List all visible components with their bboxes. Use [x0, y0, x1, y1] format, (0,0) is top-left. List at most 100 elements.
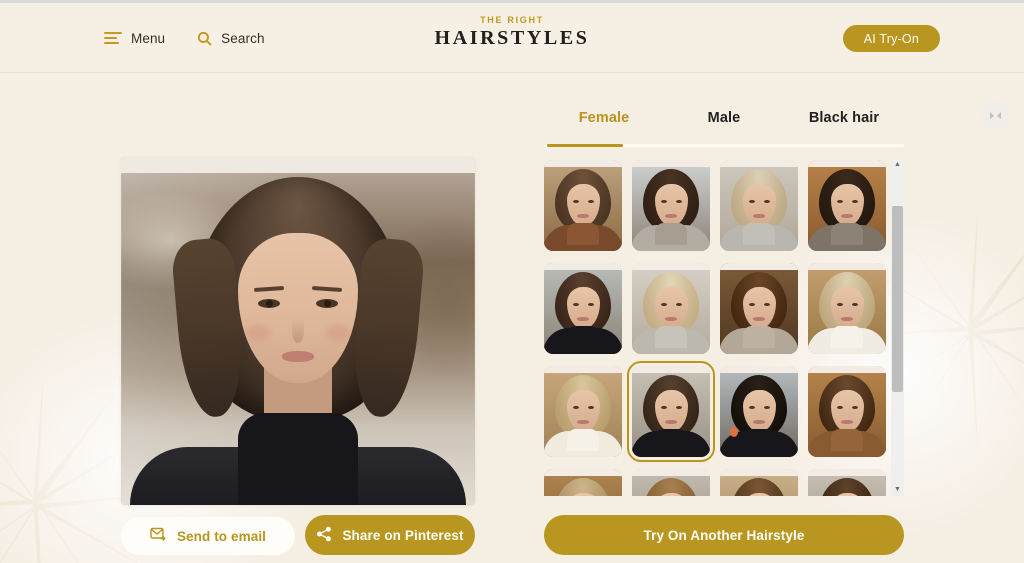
thumbnail-eye-right: [763, 406, 770, 409]
tab-female[interactable]: Female: [544, 110, 664, 148]
hairstyle-thumbnail-dark-brown-bob-bangs[interactable]: [632, 160, 710, 251]
thumbnail-top-strip: [808, 263, 886, 270]
thumbnail-top-strip: [544, 469, 622, 476]
envelope-send-icon: [150, 527, 167, 545]
thumbnail-mouth: [753, 317, 765, 321]
hairstyle-thumbnail-blonde-mid-length[interactable]: [544, 469, 622, 496]
thumbnail-eye-left: [572, 303, 579, 306]
hairstyle-thumbnail-caramel-long-bob[interactable]: [632, 469, 710, 496]
thumbnail-mouth: [841, 317, 853, 321]
eyebrow-right: [311, 285, 343, 293]
thumbnail-top-strip: [808, 469, 886, 476]
hairstyle-thumbnail-textured-brown-crop[interactable]: [720, 469, 798, 496]
thumbnail-mouth: [577, 214, 589, 218]
portrait-turtleneck: [238, 413, 358, 505]
hairstyle-thumbnail-brown-curly-short[interactable]: [720, 263, 798, 354]
thumbnail-top-strip: [720, 366, 798, 373]
site-header: Menu Search THE RIGHT HAIRSTYLES AI Try-…: [0, 3, 1024, 73]
scroll-down-arrow[interactable]: ▼: [891, 483, 904, 496]
thumbnail-mouth: [841, 420, 853, 424]
thumbnail-eye-right: [851, 406, 858, 409]
hairstyle-thumbnail-brunette-wavy-bob[interactable]: [627, 361, 715, 462]
thumbnail-collar: [831, 223, 863, 245]
ai-tryon-button[interactable]: AI Try-On: [842, 25, 940, 52]
tab-black-hair[interactable]: Black hair: [784, 110, 904, 148]
hairstyle-gallery: [544, 158, 896, 496]
thumbnail-eye-left: [660, 200, 667, 203]
thumbnail-eye-right: [675, 406, 682, 409]
hamburger-icon: [104, 31, 122, 45]
thumbnail-eye-left: [836, 303, 843, 306]
thumbnail-collar: [567, 326, 599, 348]
minimize-widget-icon[interactable]: [982, 102, 1008, 128]
hairstyle-thumbnail-dark-pixie-side-swept[interactable]: [808, 160, 886, 251]
thumbnail-collar: [655, 429, 687, 451]
thumbnail-mouth: [665, 317, 677, 321]
thumbnail-top-strip: [544, 366, 622, 373]
hairstyle-thumbnail-brown-sleek-pixie[interactable]: [808, 366, 886, 457]
hairstyle-grid: [544, 158, 896, 496]
hairstyle-thumbnail-brown-bob-with-fringe[interactable]: [808, 469, 886, 496]
thumbnail-top-strip: [720, 263, 798, 270]
thumbnail-mouth: [665, 420, 677, 424]
thumbnail-collar: [743, 326, 775, 348]
thumbnail-top-strip: [632, 263, 710, 270]
thumbnail-collar: [743, 223, 775, 245]
category-tabs: Female Male Black hair: [544, 110, 904, 148]
thumbnail-top-strip: [808, 160, 886, 167]
search-button[interactable]: Search: [197, 31, 264, 46]
hairstyle-thumbnail-blonde-long-layers[interactable]: [544, 366, 622, 457]
thumbnail-mouth: [577, 420, 589, 424]
thumbnail-eye-right: [675, 303, 682, 306]
cheek-left: [246, 325, 270, 341]
nose: [292, 319, 304, 343]
preview-image[interactable]: [121, 157, 475, 505]
search-label: Search: [221, 30, 265, 46]
hairstyle-thumbnail-blonde-short-pixie[interactable]: [808, 263, 886, 354]
main-stage: Female Male Black hair ▲ ▼ Send to email…: [0, 74, 1024, 563]
thumbnail-eye-left: [748, 406, 755, 409]
menu-button[interactable]: Menu: [104, 31, 165, 46]
thumbnail-top-strip: [808, 366, 886, 373]
scroll-up-arrow[interactable]: ▲: [891, 158, 904, 171]
thumbnail-collar: [743, 429, 775, 451]
thumbnail-collar: [567, 223, 599, 245]
thumbnail-eye-right: [587, 200, 594, 203]
thumbnail-mouth: [753, 214, 765, 218]
thumbnail-top-strip: [632, 160, 710, 167]
thumbnail-eye-right: [851, 200, 858, 203]
eyebrow-left: [253, 285, 285, 293]
thumbnail-top-strip: [544, 160, 622, 167]
thumbnail-mouth: [841, 214, 853, 218]
thumbnail-eye-left: [660, 406, 667, 409]
gallery-scrollbar[interactable]: ▲ ▼: [891, 158, 904, 496]
header-nav-left: Menu Search: [104, 3, 265, 73]
hairstyle-thumbnail-blonde-rounded-bob[interactable]: [720, 160, 798, 251]
portrait-top-strip: [121, 157, 475, 173]
thumbnail-eye-left: [572, 200, 579, 203]
thumbnail-collar: [655, 326, 687, 348]
thumbnail-mouth: [753, 420, 765, 424]
try-another-hairstyle-button[interactable]: Try On Another Hairstyle: [544, 515, 904, 555]
thumbnail-top-strip: [720, 160, 798, 167]
send-to-email-label: Send to email: [176, 528, 267, 544]
tab-male[interactable]: Male: [664, 110, 784, 148]
share-on-pinterest-button[interactable]: Share on Pinterest: [305, 515, 475, 555]
thumbnail-eye-left: [836, 406, 843, 409]
scrollbar-thumb[interactable]: [892, 206, 903, 392]
thumbnail-eye-right: [851, 303, 858, 306]
hairstyle-thumbnail-blonde-straight-bob[interactable]: [632, 263, 710, 354]
hairstyle-thumbnail-black-curly-short[interactable]: [720, 366, 798, 457]
hairstyle-thumbnail-layered-brown-bob[interactable]: [544, 160, 622, 251]
thumbnail-collar: [567, 429, 599, 451]
thumbnail-eye-right: [587, 406, 594, 409]
thumbnail-top-strip: [632, 366, 710, 373]
style-panel: Female Male Black hair ▲ ▼: [544, 74, 906, 563]
send-to-email-button[interactable]: Send to email: [121, 517, 295, 555]
active-tab-underline: [547, 144, 623, 147]
thumbnail-accent-dot: [730, 427, 738, 437]
hairstyle-thumbnail-long-brunette-waves[interactable]: [544, 263, 622, 354]
eye-right: [316, 299, 338, 308]
generated-portrait: [121, 157, 475, 505]
thumbnail-collar: [655, 223, 687, 245]
